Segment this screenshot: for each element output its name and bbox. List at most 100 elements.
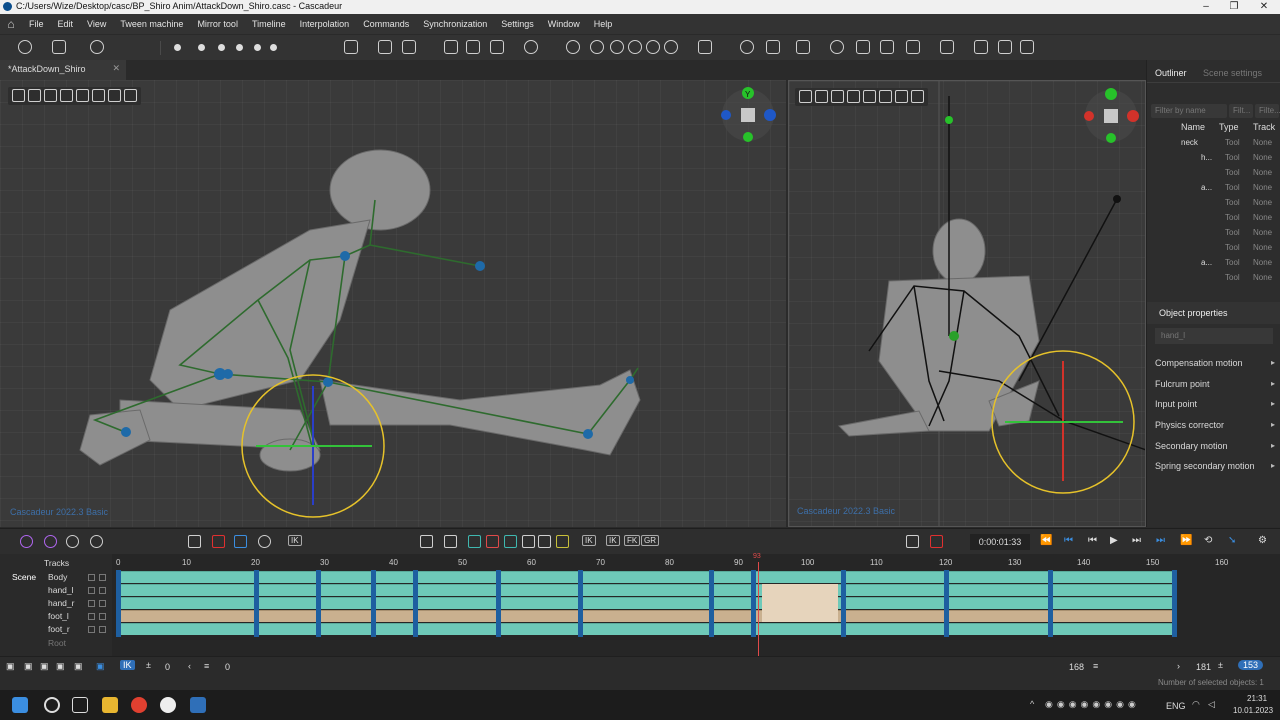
prop-physics-corrector[interactable]: Physics corrector ▸ <box>1155 420 1275 430</box>
minimize-button[interactable]: – <box>1192 0 1220 14</box>
track-lane-hand-l[interactable] <box>116 584 1176 596</box>
outliner-row[interactable]: neck Tool None <box>1147 138 1280 153</box>
keyframe-marker[interactable] <box>1171 570 1177 637</box>
frame-count[interactable]: 168 <box>1069 662 1084 672</box>
track-body[interactable]: Body <box>48 572 67 582</box>
linear-icon[interactable] <box>522 535 535 548</box>
menu-settings[interactable]: Settings <box>494 19 541 29</box>
point-icon[interactable] <box>174 44 181 51</box>
visibility-checkbox[interactable] <box>88 626 95 633</box>
circle-key-icon[interactable] <box>628 40 642 54</box>
playhead[interactable] <box>758 562 759 656</box>
lock-checkbox[interactable] <box>99 587 106 594</box>
spiral-icon[interactable] <box>830 40 844 54</box>
keyframe-marker[interactable] <box>412 570 418 637</box>
outliner-row[interactable]: a... Tool None <box>1147 183 1280 198</box>
volume-icon[interactable]: ◁ <box>1208 699 1215 710</box>
selected-interval[interactable] <box>762 584 838 622</box>
object-name-field[interactable]: hand_l <box>1155 328 1273 344</box>
menu-tween-machine[interactable]: Tween machine <box>113 19 190 29</box>
tab-scene-settings[interactable]: Scene settings <box>1203 68 1262 78</box>
clock-time[interactable]: 21:31 <box>1247 694 1267 703</box>
time-display[interactable]: 0:00:01:33 <box>970 534 1030 550</box>
keyframe-marker[interactable] <box>750 570 756 637</box>
windows-start-icon[interactable] <box>12 697 28 713</box>
language-indicator[interactable]: ENG <box>1166 701 1186 711</box>
tray-chevron-icon[interactable]: ^ <box>1030 699 1034 709</box>
target-icon[interactable] <box>740 40 754 54</box>
prop-input-point[interactable]: Input point ▸ <box>1155 399 1275 409</box>
viewport-right[interactable]: Cascadeur 2022.3 Basic <box>788 80 1146 527</box>
layers-icon[interactable] <box>906 40 920 54</box>
scene-label[interactable]: Scene <box>12 572 36 582</box>
lock-checkbox[interactable] <box>99 626 106 633</box>
network-icon[interactable]: ◠ <box>1192 699 1200 710</box>
list-icon[interactable] <box>444 40 458 54</box>
sync-icon[interactable] <box>90 535 103 548</box>
loop-icon[interactable]: ⟲ <box>1204 535 1212 546</box>
visibility-checkbox[interactable] <box>88 613 95 620</box>
start-icon[interactable]: ⏮ <box>1064 535 1073 546</box>
prop-secondary-motion[interactable]: Secondary motion ▸ <box>1155 441 1275 451</box>
scene-left[interactable]: Y <box>0 80 786 527</box>
keyframe-marker[interactable] <box>495 570 501 637</box>
circle-key-icon[interactable] <box>664 40 678 54</box>
arc-icon[interactable] <box>468 535 481 548</box>
text-icon[interactable] <box>466 40 480 54</box>
visibility-checkbox[interactable] <box>88 600 95 607</box>
start-frame[interactable]: 0 <box>165 662 170 672</box>
play-icon[interactable]: ▶ <box>1110 535 1118 546</box>
track-lane-foot-l[interactable] <box>116 610 1176 622</box>
maximize-button[interactable]: ❐ <box>1220 0 1248 14</box>
outliner-row[interactable]: h... Tool None <box>1147 153 1280 168</box>
pin-icon[interactable] <box>402 40 416 54</box>
scene-right[interactable] <box>789 81 1146 527</box>
stepper-icon[interactable]: ± <box>146 660 151 670</box>
point-icon[interactable] <box>254 44 261 51</box>
keyframe-marker[interactable] <box>1047 570 1053 637</box>
camera-icon[interactable] <box>766 40 780 54</box>
track-root[interactable]: Root <box>48 638 66 648</box>
close-button[interactable]: ✕ <box>1250 0 1278 14</box>
menu-synchronization[interactable]: Synchronization <box>416 19 494 29</box>
bracket-icon[interactable] <box>490 40 504 54</box>
point-icon[interactable] <box>198 44 205 51</box>
layout-icon[interactable]: ▣ <box>56 661 65 672</box>
column-type[interactable]: Type <box>1219 122 1239 132</box>
physics-icon[interactable] <box>20 535 33 548</box>
filter-type-input[interactable]: Filt... <box>1229 104 1253 118</box>
lock-checkbox[interactable] <box>99 574 106 581</box>
menu-timeline[interactable]: Timeline <box>245 19 293 29</box>
layout-icon[interactable]: ▣ <box>24 661 33 672</box>
pin-icon[interactable] <box>930 535 943 548</box>
home-icon[interactable]: ⌂ <box>0 17 22 31</box>
track-foot-l[interactable]: foot_l <box>48 611 69 621</box>
prev-key-icon[interactable]: ⏮ <box>1088 535 1097 546</box>
prop-compensation-motion[interactable]: Compensation motion ▸ <box>1155 358 1275 368</box>
stepper-icon[interactable]: ± <box>1218 660 1223 670</box>
list-icon[interactable]: ≡ <box>1093 661 1098 671</box>
tab-outliner[interactable]: Outliner <box>1155 68 1187 78</box>
tray-icons[interactable]: ◉◉◉◉◉◉◉◉ <box>1045 699 1140 710</box>
track-foot-r[interactable]: foot_r <box>48 624 70 634</box>
physics-icon[interactable] <box>44 535 57 548</box>
track-lane-foot-r[interactable] <box>116 623 1176 635</box>
keyframe-marker[interactable] <box>316 570 322 637</box>
keyframe-marker[interactable] <box>840 570 846 637</box>
document-tab[interactable]: *AttackDown_Shiro ✕ <box>0 60 126 80</box>
joints-icon[interactable] <box>974 40 988 54</box>
ik-button[interactable]: IK <box>288 535 302 546</box>
keys-icon[interactable] <box>378 40 392 54</box>
layout-icon[interactable]: ▣ <box>96 661 105 672</box>
menu-commands[interactable]: Commands <box>356 19 416 29</box>
follow-icon[interactable]: ➘ <box>1228 535 1236 546</box>
frame-icon[interactable] <box>188 535 201 548</box>
menu-interpolation[interactable]: Interpolation <box>293 19 357 29</box>
lock-checkbox[interactable] <box>99 600 106 607</box>
flag-icon[interactable] <box>212 535 225 548</box>
grid-icon[interactable] <box>856 40 870 54</box>
chevron-left-icon[interactable]: ‹ <box>188 661 191 671</box>
menu-mirror-tool[interactable]: Mirror tool <box>190 19 245 29</box>
clock-date[interactable]: 10.01.2023 <box>1233 706 1273 715</box>
cascadeur-icon[interactable] <box>190 697 206 713</box>
